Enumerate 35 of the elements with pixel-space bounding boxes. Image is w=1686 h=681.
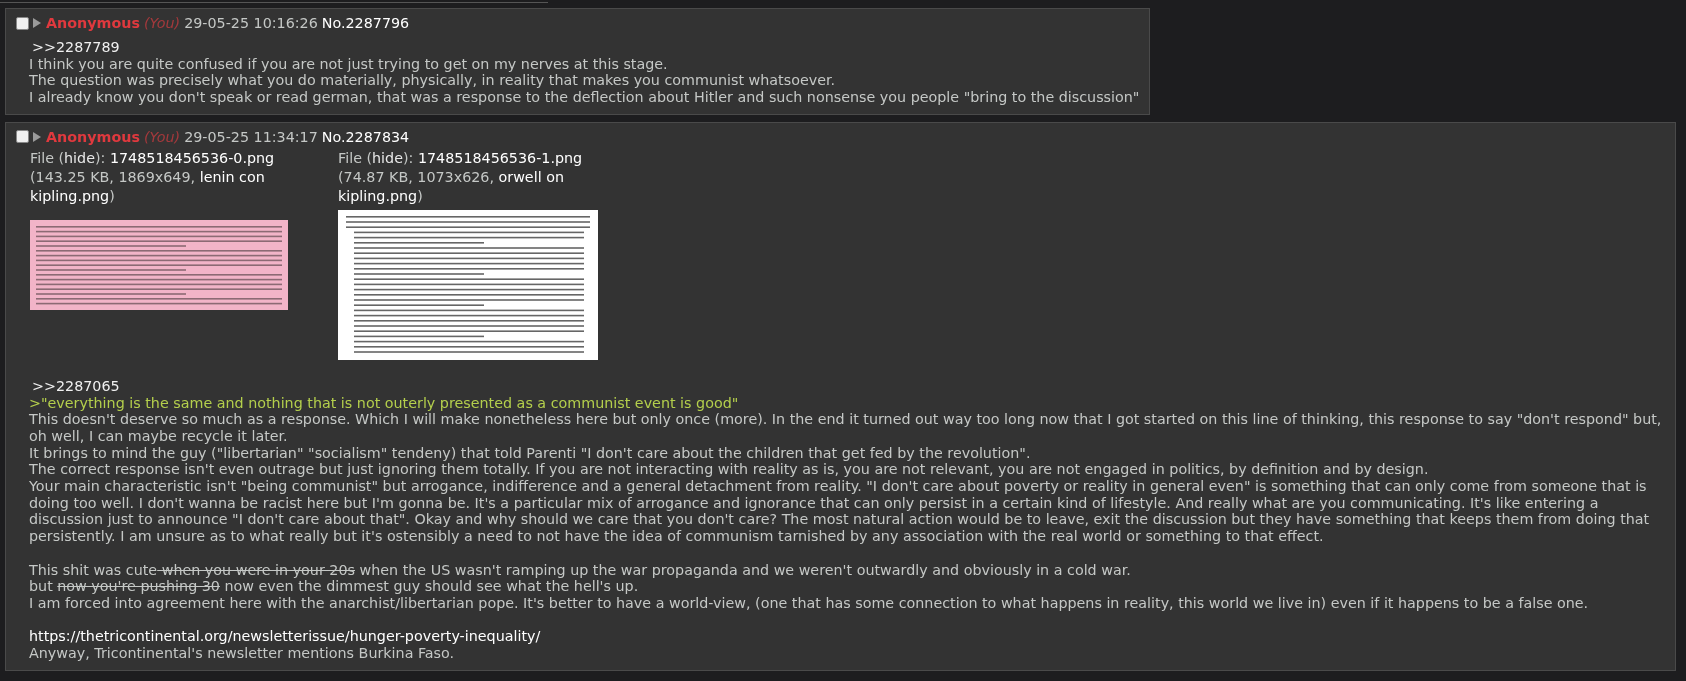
post-number[interactable]: No.2287834 bbox=[321, 128, 410, 145]
hide-link[interactable]: hide bbox=[372, 149, 403, 166]
body-paragraph: The question was precisely what you do materially, physically, in reality that makes you communist whatsoever. bbox=[29, 72, 837, 90]
body-paragraph: I think you are quite confused if you are not just trying to get on my nerves at this stage. bbox=[29, 55, 669, 73]
body-paragraph: I already know you don't speak or read german, that was a response to the deflection about Hitler and such nonsense you people "bring to the discussion" bbox=[29, 89, 1140, 106]
poster-name: Anonymous bbox=[46, 128, 140, 145]
image-thumbnail[interactable] bbox=[338, 209, 598, 360]
body-paragraph: It brings to mind the guy ("libertarian" "socialism" tendeny) that told Parenti "I don't care about the children that get fed by the revolution". bbox=[29, 444, 1032, 462]
url-link[interactable]: https://thetricontinental.org/newsletterissue/hunger-poverty-inequality/ bbox=[29, 628, 1665, 646]
filename-link[interactable]: 1748518456536-1.png bbox=[417, 149, 583, 166]
body-paragraph: but now you're pushing 30 now even the dimmest guy should see what the hell's up. bbox=[29, 578, 640, 595]
image-thumbnail[interactable] bbox=[30, 219, 288, 310]
poster-name: Anonymous bbox=[46, 15, 140, 31]
file-info: File (hide): 1748518456536-1.png (74.87 KB, 1073x626, orwell on kipling.png) bbox=[338, 148, 584, 206]
body-paragraph: Anyway, Tricontinental's newsletter mentions Burkina Faso. bbox=[29, 645, 456, 662]
post-checkbox[interactable] bbox=[16, 130, 29, 144]
you-tag: (You) bbox=[144, 15, 181, 31]
hide-link[interactable]: hide bbox=[64, 149, 95, 166]
you-tag: (You) bbox=[144, 128, 181, 145]
triangle-icon[interactable] bbox=[33, 131, 41, 142]
post-checkbox[interactable] bbox=[16, 16, 29, 30]
body-paragraph: I am forced into agreement here with the anarchist/libertarian pope. It's better to have a world-view, (one that has some connection to what happens in reality, this world we live in) even if it happens to be a false one. bbox=[29, 594, 1590, 612]
post-date: 29-05-25 11:34:17 bbox=[184, 128, 318, 145]
body-paragraph: Your main characteristic isn't "being communist" but arrogance, indifference and a general detachment from reality. "I don't care about poverty or reality in general even" is something that can only come from someone that is doing too well. I don't wanna be racist here but I'm gonna be. It's a particular mix of arrogance and ignorance that can only persist in a certain kind of lifestyle. And really what are you communicating. It's like entering a discussion just to announce "I don't care about that". Okay and why should we care that you don't care? The most natural action would be to leave, exit the discussion but they have something that keeps them from doing that persistently. I am unsure as to what really but it's ostensibly a need to not have the idea of communism tarnished by any association with the real world or something to that effect. bbox=[29, 478, 1651, 545]
post-number[interactable]: No.2287796 bbox=[321, 15, 410, 31]
body-paragraph: This shit was cute when you were in your 20s when the US wasn't ramping up the war propaganda and we weren't outwardly and obviously in a cold war. bbox=[29, 561, 1132, 579]
filename-link[interactable]: 1748518456536-0.png bbox=[109, 149, 275, 166]
post-date: 29-05-25 10:16:26 bbox=[184, 15, 318, 31]
file-info: File (hide): 1748518456536-0.png (143.25 KB, 1869x649, lenin con kipling.png) bbox=[30, 148, 276, 206]
body-paragraph: The correct response isn't even outrage but just ignoring them totally. If you are not interacting with reality as is, you are not relevant, you are not engaged in politics, by definition and by design. bbox=[29, 461, 1430, 479]
quote-link[interactable]: >>2287789 bbox=[29, 39, 1140, 56]
triangle-icon[interactable] bbox=[33, 18, 41, 28]
greentext-line: >"everything is the same and nothing that is not outerly presented as a communist event is good" bbox=[29, 394, 740, 412]
quote-link[interactable]: >>2287065 bbox=[29, 377, 1665, 395]
body-paragraph: This doesn't deserve so much as a response. Which I will make nonetheless here but only once (more). In the end it turned out way too long now that I got started on this line of thinking, this response to say "don't respond" but, oh well, I can maybe recycle it later. bbox=[29, 411, 1663, 445]
